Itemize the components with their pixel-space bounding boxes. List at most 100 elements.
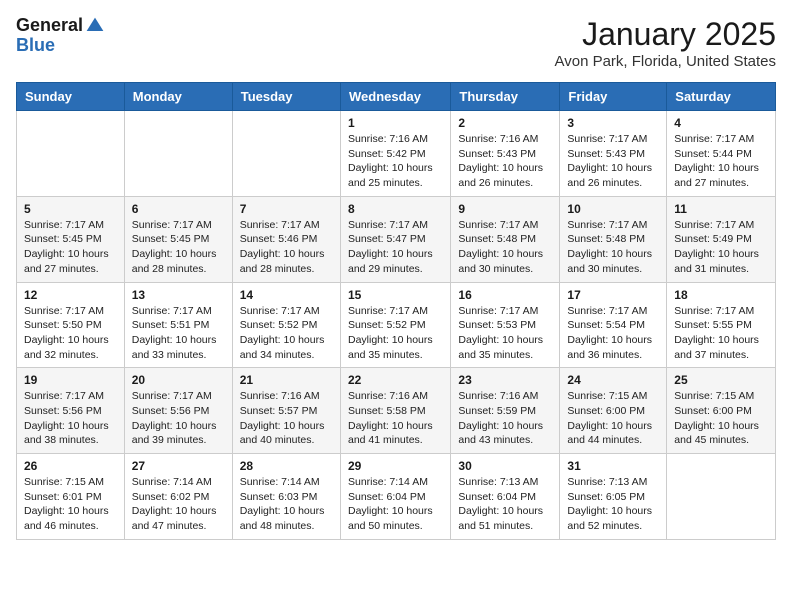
table-row: 21 Sunrise: 7:16 AMSunset: 5:57 PMDayligh… bbox=[232, 368, 340, 454]
table-row: 30 Sunrise: 7:13 AMSunset: 6:04 PMDayligh… bbox=[451, 454, 560, 540]
cell-content: Sunrise: 7:17 AMSunset: 5:52 PMDaylight:… bbox=[348, 304, 443, 363]
logo-general-text: General bbox=[16, 16, 83, 36]
table-row: 22Sunrise: 7:16 AMSunset: 5:58 PMDayligh… bbox=[340, 368, 450, 454]
table-row: 4Sunrise: 7:17 AMSunset: 5:44 PMDaylight… bbox=[667, 111, 776, 197]
cell-content: Sunrise: 7:15 AMSunset: 6:00 PMDaylight:… bbox=[567, 389, 659, 448]
cell-content: Sunrise: 7:17 AMSunset: 5:55 PMDaylight:… bbox=[674, 304, 768, 363]
day-number: 21 bbox=[240, 373, 333, 387]
table-row: 1 Sunrise: 7:16 AMSunset: 5:42 PMDaylight… bbox=[340, 111, 450, 197]
col-tuesday: Tuesday bbox=[232, 83, 340, 111]
cell-content: Sunrise: 7:16 AMSunset: 5:42 PMDaylight:… bbox=[348, 132, 443, 191]
table-row: 31 Sunrise: 7:13 AMSunset: 6:05 PMDayligh… bbox=[560, 454, 667, 540]
col-saturday: Saturday bbox=[667, 83, 776, 111]
day-number: 13 bbox=[132, 288, 225, 302]
table-row bbox=[667, 454, 776, 540]
cell-content: Sunrise: 7:15 AMSunset: 6:01 PMDaylight:… bbox=[24, 475, 117, 534]
table-row: 2 Sunrise: 7:16 AMSunset: 5:43 PMDaylight… bbox=[451, 111, 560, 197]
cell-content: Sunrise: 7:17 AMSunset: 5:52 PMDaylight:… bbox=[240, 304, 333, 363]
cell-content: Sunrise: 7:16 AMSunset: 5:57 PMDaylight:… bbox=[240, 389, 333, 448]
day-number: 26 bbox=[24, 459, 117, 473]
day-number: 6 bbox=[132, 202, 225, 216]
day-number: 15 bbox=[348, 288, 443, 302]
day-number: 1 bbox=[348, 116, 443, 130]
cell-content: Sunrise: 7:17 AMSunset: 5:43 PMDaylight:… bbox=[567, 132, 659, 191]
table-row: 7 Sunrise: 7:17 AMSunset: 5:46 PMDaylight… bbox=[232, 196, 340, 282]
table-row bbox=[17, 111, 125, 197]
table-row: 20 Sunrise: 7:17 AMSunset: 5:56 PMDayligh… bbox=[124, 368, 232, 454]
calendar-week-row: 19 Sunrise: 7:17 AMSunset: 5:56 PMDayligh… bbox=[17, 368, 776, 454]
table-row: 18 Sunrise: 7:17 AMSunset: 5:55 PMDayligh… bbox=[667, 282, 776, 368]
day-number: 20 bbox=[132, 373, 225, 387]
cell-content: Sunrise: 7:17 AMSunset: 5:45 PMDaylight:… bbox=[132, 218, 225, 277]
cell-content: Sunrise: 7:16 AMSunset: 5:58 PMDaylight:… bbox=[348, 389, 443, 448]
table-row: 16 Sunrise: 7:17 AMSunset: 5:53 PMDayligh… bbox=[451, 282, 560, 368]
cell-content: Sunrise: 7:17 AMSunset: 5:46 PMDaylight:… bbox=[240, 218, 333, 277]
table-row: 24 Sunrise: 7:15 AMSunset: 6:00 PMDayligh… bbox=[560, 368, 667, 454]
day-number: 18 bbox=[674, 288, 768, 302]
day-number: 30 bbox=[458, 459, 552, 473]
calendar-header-row: Sunday Monday Tuesday Wednesday Thursday… bbox=[17, 83, 776, 111]
calendar-week-row: 1 Sunrise: 7:16 AMSunset: 5:42 PMDaylight… bbox=[17, 111, 776, 197]
cell-content: Sunrise: 7:13 AMSunset: 6:05 PMDaylight:… bbox=[567, 475, 659, 534]
cell-content: Sunrise: 7:14 AMSunset: 6:02 PMDaylight:… bbox=[132, 475, 225, 534]
calendar-table: Sunday Monday Tuesday Wednesday Thursday… bbox=[16, 82, 776, 540]
day-number: 5 bbox=[24, 202, 117, 216]
cell-content: Sunrise: 7:14 AMSunset: 6:04 PMDaylight:… bbox=[348, 475, 443, 534]
table-row bbox=[124, 111, 232, 197]
cell-content: Sunrise: 7:14 AMSunset: 6:03 PMDaylight:… bbox=[240, 475, 333, 534]
table-row: 19Sunrise: 7:17 AMSunset: 5:56 PMDayligh… bbox=[17, 368, 125, 454]
table-row: 23 Sunrise: 7:16 AMSunset: 5:59 PMDayligh… bbox=[451, 368, 560, 454]
day-number: 17 bbox=[567, 288, 659, 302]
cell-content: Sunrise: 7:17 AMSunset: 5:49 PMDaylight:… bbox=[674, 218, 768, 277]
cell-content: Sunrise: 7:13 AMSunset: 6:04 PMDaylight:… bbox=[458, 475, 552, 534]
day-number: 14 bbox=[240, 288, 333, 302]
cell-content: Sunrise: 7:17 AMSunset: 5:51 PMDaylight:… bbox=[132, 304, 225, 363]
cell-content: Sunrise: 7:17 AMSunset: 5:44 PMDaylight:… bbox=[674, 132, 768, 191]
day-number: 28 bbox=[240, 459, 333, 473]
calendar-week-row: 12Sunrise: 7:17 AMSunset: 5:50 PMDayligh… bbox=[17, 282, 776, 368]
month-title: January 2025 bbox=[555, 16, 777, 53]
location-text: Avon Park, Florida, United States bbox=[555, 53, 777, 70]
day-number: 19 bbox=[24, 373, 117, 387]
cell-content: Sunrise: 7:17 AMSunset: 5:54 PMDaylight:… bbox=[567, 304, 659, 363]
cell-content: Sunrise: 7:17 AMSunset: 5:48 PMDaylight:… bbox=[458, 218, 552, 277]
cell-content: Sunrise: 7:17 AMSunset: 5:56 PMDaylight:… bbox=[132, 389, 225, 448]
day-number: 8 bbox=[348, 202, 443, 216]
table-row: 29 Sunrise: 7:14 AMSunset: 6:04 PMDayligh… bbox=[340, 454, 450, 540]
day-number: 9 bbox=[458, 202, 552, 216]
calendar-week-row: 5 Sunrise: 7:17 AMSunset: 5:45 PMDaylight… bbox=[17, 196, 776, 282]
day-number: 2 bbox=[458, 116, 552, 130]
cell-content: Sunrise: 7:17 AMSunset: 5:47 PMDaylight:… bbox=[348, 218, 443, 277]
day-number: 24 bbox=[567, 373, 659, 387]
day-number: 3 bbox=[567, 116, 659, 130]
day-number: 29 bbox=[348, 459, 443, 473]
table-row: 28 Sunrise: 7:14 AMSunset: 6:03 PMDayligh… bbox=[232, 454, 340, 540]
logo-icon bbox=[85, 16, 105, 36]
cell-content: Sunrise: 7:16 AMSunset: 5:43 PMDaylight:… bbox=[458, 132, 552, 191]
col-thursday: Thursday bbox=[451, 83, 560, 111]
cell-content: Sunrise: 7:16 AMSunset: 5:59 PMDaylight:… bbox=[458, 389, 552, 448]
cell-content: Sunrise: 7:17 AMSunset: 5:48 PMDaylight:… bbox=[567, 218, 659, 277]
cell-content: Sunrise: 7:17 AMSunset: 5:50 PMDaylight:… bbox=[24, 304, 117, 363]
day-number: 7 bbox=[240, 202, 333, 216]
day-number: 25 bbox=[674, 373, 768, 387]
cell-content: Sunrise: 7:17 AMSunset: 5:53 PMDaylight:… bbox=[458, 304, 552, 363]
day-number: 10 bbox=[567, 202, 659, 216]
logo: General Blue bbox=[16, 16, 105, 56]
table-row bbox=[232, 111, 340, 197]
table-row: 12Sunrise: 7:17 AMSunset: 5:50 PMDayligh… bbox=[17, 282, 125, 368]
col-sunday: Sunday bbox=[17, 83, 125, 111]
col-friday: Friday bbox=[560, 83, 667, 111]
day-number: 31 bbox=[567, 459, 659, 473]
table-row: 26 Sunrise: 7:15 AMSunset: 6:01 PMDayligh… bbox=[17, 454, 125, 540]
table-row: 11Sunrise: 7:17 AMSunset: 5:49 PMDayligh… bbox=[667, 196, 776, 282]
title-block: January 2025 Avon Park, Florida, United … bbox=[555, 16, 777, 70]
cell-content: Sunrise: 7:17 AMSunset: 5:45 PMDaylight:… bbox=[24, 218, 117, 277]
day-number: 16 bbox=[458, 288, 552, 302]
day-number: 23 bbox=[458, 373, 552, 387]
page-header: General Blue January 2025 Avon Park, Flo… bbox=[16, 16, 776, 70]
col-wednesday: Wednesday bbox=[340, 83, 450, 111]
col-monday: Monday bbox=[124, 83, 232, 111]
day-number: 27 bbox=[132, 459, 225, 473]
table-row: 25Sunrise: 7:15 AMSunset: 6:00 PMDayligh… bbox=[667, 368, 776, 454]
